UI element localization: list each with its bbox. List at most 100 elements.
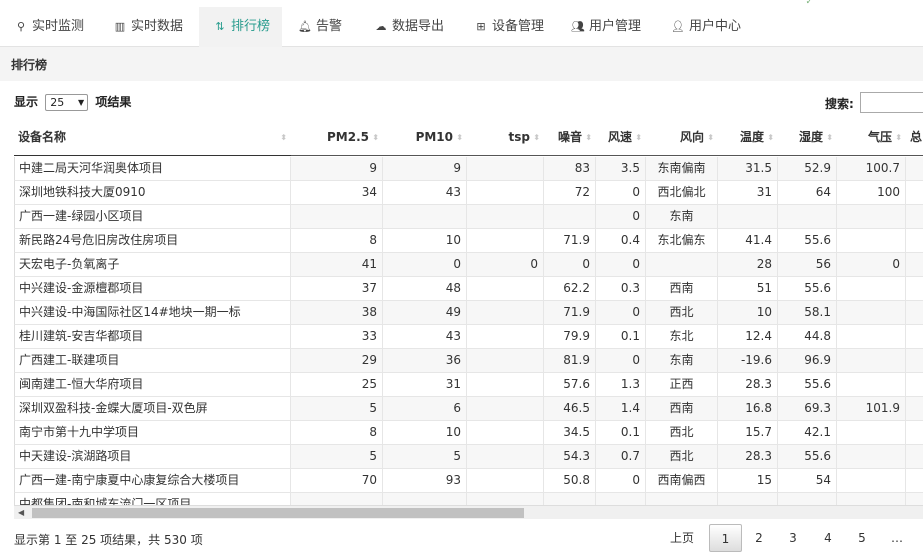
page-length-select[interactable]: 25 ▼	[45, 94, 89, 111]
tab-4[interactable]: 🔔︎ 告警	[284, 7, 357, 47]
tab-6[interactable]: ⊞ 设备管理	[460, 7, 554, 47]
tab-3[interactable]: ⇅ 排行榜	[199, 7, 282, 47]
device-name-cell: 桂川建筑-安吉华都项目	[14, 325, 291, 349]
table-row[interactable]: 深圳地铁科技大厦0910 34 43 72 0 西北偏北 31 64 100	[14, 181, 923, 205]
table-cell: 东南	[646, 205, 718, 229]
table-cell: 42.1	[778, 421, 837, 445]
table-cell: 54.3	[544, 445, 596, 469]
table-cell: 东南	[646, 349, 718, 373]
table-cell: 1.4	[596, 397, 646, 421]
table-row[interactable]: 广西一建-南宁康夏中心康复综合大楼项目 70 93 50.8 0 西南偏西 15 54	[14, 469, 923, 493]
table-row[interactable]: 广西一建-绿园小区项目 0 东南	[14, 205, 923, 229]
length-control: 显示 25 ▼ 项结果	[14, 93, 131, 111]
column-header-6[interactable]: 风向 ⬍	[646, 119, 718, 156]
device-name-cell: 广西建工-联建项目	[14, 349, 291, 373]
table-row[interactable]: 桂川建筑-安吉华都项目 33 43 79.9 0.1 东北 12.4 44.8	[14, 325, 923, 349]
table-cell: 79.9	[544, 325, 596, 349]
scroll-left-icon[interactable]: ◀	[18, 506, 24, 519]
table-cell: 5	[291, 445, 383, 469]
prev-page-button[interactable]: 上页	[660, 524, 704, 552]
ranking-table: 设备名称 ⬍ PM2.5 ⬍ PM10 ⬍ tsp ⬍ 噪音 ⬍ 风速 ⬍ 风向 ⬍ 温度 ⬍ 湿度 ⬍ 气压 ⬍ 总 …	[14, 119, 923, 505]
table-cell: 43	[383, 325, 467, 349]
scrollbar-thumb[interactable]	[32, 508, 524, 518]
table-cell: 69.3	[778, 397, 837, 421]
table-row[interactable]: 天宏电子-负氧离子 41 0 0 0 0 28 56 0	[14, 253, 923, 277]
search-input[interactable]	[860, 92, 923, 113]
column-header-10[interactable]: 总	[906, 119, 923, 156]
table-cell: 东南偏南	[646, 157, 718, 181]
table-cell	[467, 373, 544, 397]
tab-5[interactable]: ☁ 数据导出	[360, 7, 456, 47]
column-header-5[interactable]: 风速 ⬍	[596, 119, 646, 156]
table-row[interactable]: 新民路24号危旧房改住房项目 8 10 71.9 0.4 东北偏东 41.4 55.6	[14, 229, 923, 253]
column-header-2[interactable]: PM10 ⬍	[383, 119, 467, 156]
tab-8[interactable]: 👤︎ 用户中心	[657, 7, 747, 47]
horizontal-scrollbar[interactable]: ◀	[14, 505, 923, 519]
cloud-download-icon: ☁	[375, 20, 387, 33]
table-cell	[646, 253, 718, 277]
table-cell	[837, 493, 906, 505]
table-cell: 31.5	[718, 157, 778, 181]
table-cell	[291, 205, 383, 229]
table-cell: 10	[383, 229, 467, 253]
table-cell	[906, 253, 923, 277]
tab-1[interactable]: ⚲ 实时监测	[0, 7, 92, 47]
table-cell	[906, 301, 923, 325]
table-cell	[906, 157, 923, 181]
page-button-2[interactable]: 2	[744, 524, 774, 552]
table-cell	[544, 205, 596, 229]
caret-down-icon: ▼	[78, 98, 85, 107]
table-cell	[467, 205, 544, 229]
table-cell: 100.7	[837, 157, 906, 181]
table-cell: 东北偏东	[646, 229, 718, 253]
sort-amount-icon: ⇅	[215, 20, 225, 33]
column-header-4[interactable]: 噪音 ⬍	[544, 119, 596, 156]
bar-chart-icon: ▥	[114, 20, 126, 33]
table-cell	[906, 325, 923, 349]
table-row[interactable]: 南宁市第十九中学项目 8 10 34.5 0.1 西北 15.7 42.1	[14, 421, 923, 445]
tab-label: 设备管理	[492, 19, 545, 34]
table-cell	[467, 469, 544, 493]
tab-label: 数据导出	[392, 19, 445, 34]
table-row[interactable]: 闽南建工-恒大华府项目 25 31 57.6 1.3 正西 28.3 55.6	[14, 373, 923, 397]
page-button-4[interactable]: 4	[813, 524, 843, 552]
page-button-3[interactable]: 3	[778, 524, 808, 552]
sort-icon: ⬍	[372, 133, 379, 142]
table-row[interactable]: 中兴建设-金源檀郡项目 37 48 62.2 0.3 西南 51 55.6	[14, 277, 923, 301]
table-row[interactable]: 中都集团-南和城东流门一区项目	[14, 493, 923, 505]
table-row[interactable]: 中兴建设-中海国际社区14#地块一期一标 38 49 71.9 0 西北 10 58.1	[14, 301, 923, 325]
table-cell: 31	[718, 181, 778, 205]
table-cell: 38	[291, 301, 383, 325]
table-cell: 31	[383, 373, 467, 397]
device-name-cell: 新民路24号危旧房改住房项目	[14, 229, 291, 253]
table-row[interactable]: 深圳双盈科技-金蝶大厦项目-双色屏 5 6 46.5 1.4 西南 16.8 69.3 101.…	[14, 397, 923, 421]
table-cell	[467, 349, 544, 373]
table-cell: 0	[596, 349, 646, 373]
device-name-cell: 南宁市第十九中学项目	[14, 421, 291, 445]
tab-7[interactable]: 👥︎ 用户管理	[557, 7, 655, 47]
page-button-6[interactable]: …	[882, 524, 912, 552]
tab-2[interactable]: ▥ 实时数据	[99, 7, 197, 47]
table-cell: 44.8	[778, 325, 837, 349]
device-name-cell: 中兴建设-中海国际社区14#地块一期一标	[14, 301, 291, 325]
table-row[interactable]: 中天建设-滨湖路项目 5 5 54.3 0.7 西北 28.3 55.6	[14, 445, 923, 469]
device-name-cell: 广西一建-南宁康夏中心康复综合大楼项目	[14, 469, 291, 493]
users-icon: 👥︎	[571, 20, 585, 33]
column-header-3[interactable]: tsp ⬍	[467, 119, 544, 156]
column-header-label: 风速	[607, 130, 632, 144]
column-header-7[interactable]: 温度 ⬍	[718, 119, 778, 156]
table-cell: 55.6	[778, 373, 837, 397]
table-row[interactable]: 中建二局天河华润奥体项目 9 9 83 3.5 东南偏南 31.5 52.9 100.7	[14, 157, 923, 181]
table-cell	[906, 181, 923, 205]
column-header-1[interactable]: PM2.5 ⬍	[291, 119, 383, 156]
table-cell: 56	[778, 253, 837, 277]
page-button-1[interactable]: 1	[709, 524, 742, 552]
column-header-9[interactable]: 气压 ⬍	[837, 119, 906, 156]
table-row[interactable]: 广西建工-联建项目 29 36 81.9 0 东南 -19.6 96.9	[14, 349, 923, 373]
table-cell: 43	[383, 181, 467, 205]
table-cell: 93	[383, 469, 467, 493]
page-button-5[interactable]: 5	[847, 524, 877, 552]
column-header-8[interactable]: 湿度 ⬍	[778, 119, 837, 156]
sort-icon: ⬍	[280, 133, 287, 142]
column-header-0[interactable]: 设备名称 ⬍	[14, 119, 291, 156]
